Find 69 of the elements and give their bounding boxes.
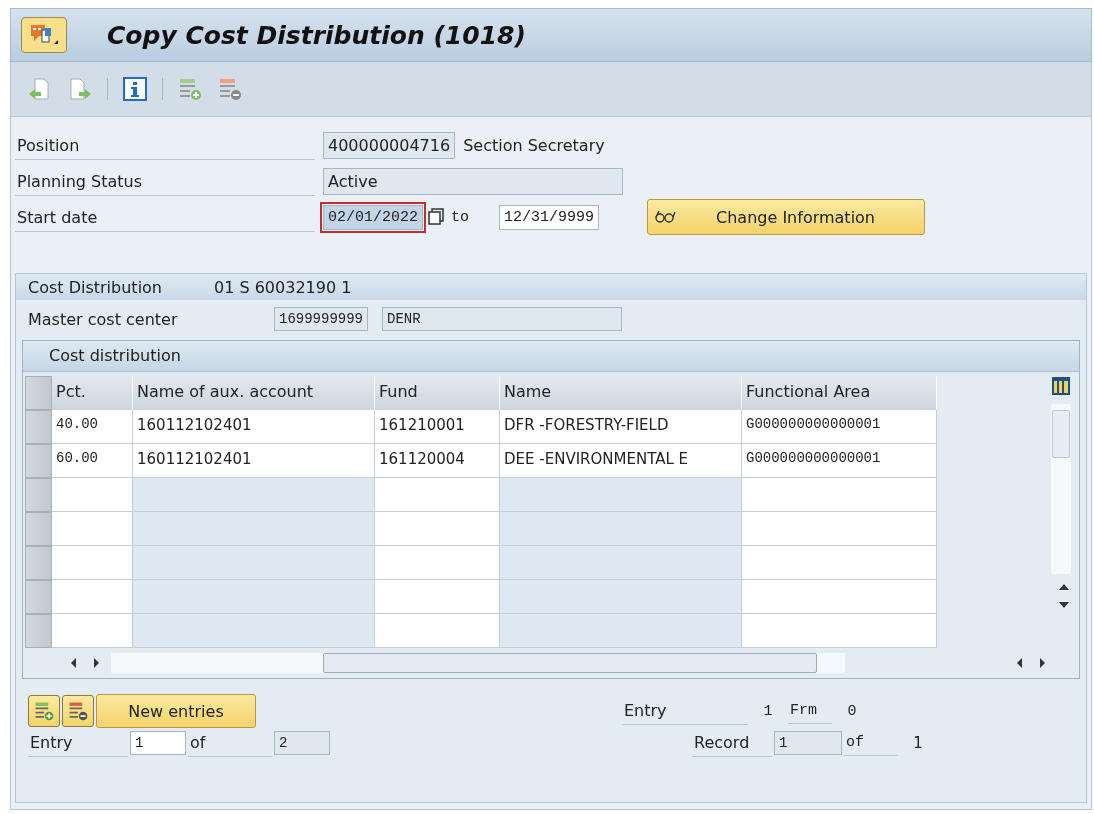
system-menu-button[interactable]: [21, 17, 67, 53]
column-header[interactable]: Functional Area: [742, 376, 937, 410]
copy-icon[interactable]: [427, 207, 447, 227]
distribution-code: 01 S 60032190 1: [214, 277, 352, 297]
scroll-down-icon[interactable]: [1057, 600, 1071, 610]
column-header[interactable]: Name of aux. account: [133, 376, 375, 410]
next-page-icon[interactable]: [67, 76, 93, 102]
field-label: Master cost center: [28, 309, 179, 329]
vertical-scrollbar[interactable]: [1051, 404, 1071, 574]
row-selector[interactable]: [25, 614, 52, 648]
delete-row-icon: [67, 700, 89, 722]
scroll-up-icon[interactable]: [1057, 582, 1071, 592]
position-field: 400000004716: [323, 131, 456, 159]
new-entries-button[interactable]: New entries: [96, 694, 256, 728]
table-cell: DFR -FORESTRY-FIELD: [500, 410, 742, 444]
total-field: 2: [274, 731, 330, 755]
table-cell: DEE -ENVIRONMENTAL E: [500, 444, 742, 478]
column-header[interactable]: Name: [500, 376, 742, 410]
table-cell: G000000000000001: [742, 410, 937, 444]
frm-value: 0: [846, 702, 858, 720]
table-cell: 40.00: [52, 410, 133, 444]
row-selector[interactable]: [25, 512, 52, 546]
column-header[interactable]: Pct.: [52, 376, 133, 410]
window-title: Copy Cost Distribution (1018): [107, 20, 526, 50]
end-date-field[interactable]: 12/31/9999: [499, 204, 600, 230]
column-settings-icon[interactable]: [1051, 376, 1071, 396]
insert-row-icon: [33, 700, 55, 722]
start-date-field[interactable]: 02/01/2022: [323, 204, 423, 230]
change-information-button[interactable]: Change Information: [647, 199, 926, 235]
insert-row-icon[interactable]: [177, 76, 203, 102]
row-selector[interactable]: [25, 580, 52, 614]
row-selector[interactable]: [25, 546, 52, 580]
table-cell: 161120004: [375, 444, 500, 478]
column-header[interactable]: Fund: [375, 376, 500, 410]
table-cell: G000000000000001: [742, 444, 937, 478]
info-icon[interactable]: [122, 76, 148, 102]
entry-label: Entry: [28, 729, 128, 757]
select-all-button[interactable]: [25, 376, 52, 410]
entry-field[interactable]: 1: [130, 731, 186, 755]
horizontal-scrollbar[interactable]: [111, 653, 845, 673]
insert-row-button[interactable]: [28, 695, 60, 727]
record-label: Record: [692, 729, 772, 757]
entry-value: 1: [762, 702, 774, 720]
table-cell: 160112102401: [133, 410, 375, 444]
table-cell: 60.00: [52, 444, 133, 478]
table-cell: 161210001: [375, 410, 500, 444]
record-total: 1: [912, 734, 924, 752]
position-name: Section Secretary: [463, 135, 605, 155]
to-label: to: [451, 208, 470, 226]
glasses-icon: [654, 209, 677, 225]
entry-label: Entry: [622, 697, 748, 725]
cost-center-name-field: DENR: [382, 307, 622, 331]
table-cell: 160112102401: [133, 444, 375, 478]
table-title: Cost distribution: [23, 341, 1079, 372]
status-field: Active: [323, 167, 623, 195]
field-label: Start date: [15, 202, 315, 232]
record-field: 1: [774, 731, 842, 755]
of-label: of: [844, 730, 898, 756]
row-selector[interactable]: [25, 444, 52, 478]
delete-row-icon[interactable]: [217, 76, 243, 102]
field-label: Planning Status: [15, 166, 315, 196]
group-title: Cost Distribution: [28, 277, 162, 297]
frm-label: Frm: [788, 698, 832, 724]
cost-center-field: 1699999999: [274, 307, 368, 331]
of-label: of: [188, 729, 272, 757]
field-label: Position: [15, 130, 315, 160]
row-selector[interactable]: [25, 410, 52, 444]
row-selector[interactable]: [25, 478, 52, 512]
delete-row-button[interactable]: [62, 695, 94, 727]
